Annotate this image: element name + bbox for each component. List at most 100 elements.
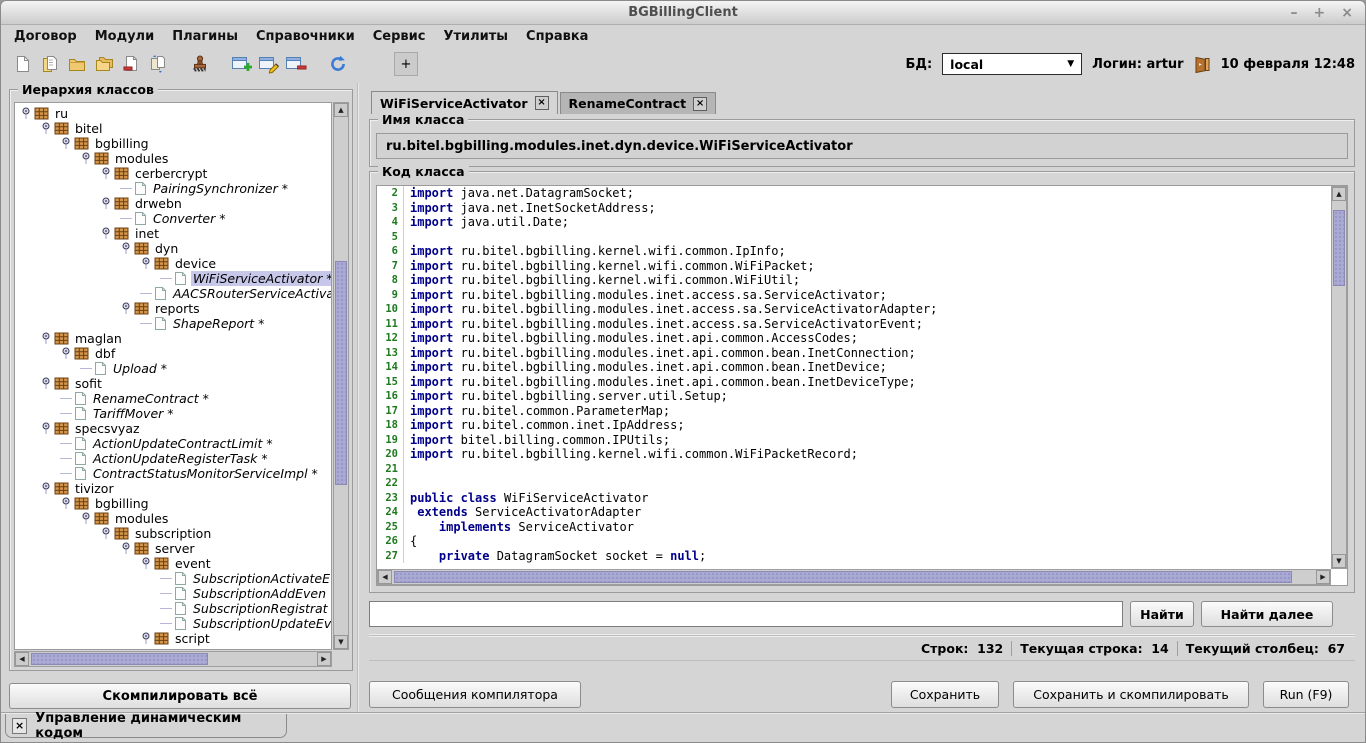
tree-expand-handle[interactable]: [99, 196, 114, 211]
window-remove-icon[interactable]: [284, 52, 308, 76]
tree-row[interactable]: subscription: [15, 526, 331, 541]
tree-row[interactable]: modules: [15, 511, 331, 526]
tree-row[interactable]: bgbilling: [15, 496, 331, 511]
minimize-icon[interactable]: –: [1291, 6, 1298, 20]
tree-expand-handle[interactable]: [19, 106, 34, 121]
tree-row[interactable]: modules: [15, 151, 331, 166]
code-view[interactable]: 2import java.net.DatagramSocket;3import …: [377, 186, 1331, 569]
tree-row[interactable]: AACSRouterServiceActiva: [15, 286, 331, 301]
tree-row[interactable]: tivizor: [15, 481, 331, 496]
tree-row[interactable]: bitel: [15, 121, 331, 136]
scroll-right-arrow[interactable]: ▶: [1316, 570, 1330, 584]
save-and-compile-button[interactable]: Сохранить и скомпилировать: [1013, 681, 1249, 708]
open-folder-icon[interactable]: [65, 52, 89, 76]
close-icon[interactable]: ×: [1341, 6, 1353, 20]
tree-row[interactable]: bgbilling: [15, 136, 331, 151]
compile-all-button[interactable]: Скомпилировать всё: [9, 683, 351, 709]
open-folders-icon[interactable]: [92, 52, 116, 76]
tree-row[interactable]: device: [15, 256, 331, 271]
editor-tab-wifiserviceactivator[interactable]: WiFiServiceActivator×: [371, 91, 558, 114]
open-document-icon[interactable]: [38, 52, 62, 76]
tree-row[interactable]: SubscriptionActivateE: [15, 571, 331, 586]
menu-item[interactable]: Модули: [86, 28, 163, 45]
menu-item[interactable]: Утилиты: [434, 28, 517, 45]
tree-row[interactable]: ActionUpdateContractLimit *: [15, 436, 331, 451]
tree-row[interactable]: dbf: [15, 346, 331, 361]
tab-close-icon[interactable]: ×: [693, 97, 707, 111]
class-name-field[interactable]: ru.bitel.bgbilling.modules.inet.dyn.devi…: [376, 133, 1348, 159]
tree-horizontal-scrollbar[interactable]: ◀ ▶: [14, 651, 332, 667]
scroll-up-arrow[interactable]: ▲: [334, 103, 348, 117]
scrollbar-thumb[interactable]: [31, 653, 208, 665]
tree-expand-handle[interactable]: [139, 556, 154, 571]
scroll-right-arrow[interactable]: ▶: [317, 652, 331, 666]
tree-row[interactable]: SubscriptionRegistrat: [15, 601, 331, 616]
tree-expand-handle[interactable]: [59, 346, 74, 361]
tree-expand-handle[interactable]: [99, 166, 114, 181]
tree-expand-handle[interactable]: [139, 631, 154, 646]
compiler-messages-button[interactable]: Сообщения компилятора: [369, 681, 581, 708]
scroll-left-arrow[interactable]: ◀: [15, 652, 29, 666]
scrollbar-thumb[interactable]: [335, 261, 347, 485]
tree-expand-handle[interactable]: [39, 376, 54, 391]
tree-row[interactable]: ContractStatusMonitorServiceImpl *: [15, 466, 331, 481]
tree-expand-handle[interactable]: [79, 151, 94, 166]
scroll-down-arrow[interactable]: ▼: [334, 635, 348, 649]
tree-row[interactable]: SubscriptionUpdateEv: [15, 616, 331, 631]
find-button[interactable]: Найти: [1130, 601, 1194, 627]
tree-expand-handle[interactable]: [59, 496, 74, 511]
scroll-up-arrow[interactable]: ▲: [1332, 187, 1346, 201]
tree-row[interactable]: event: [15, 556, 331, 571]
tree-vertical-scrollbar[interactable]: ▲ ▼: [333, 102, 349, 650]
tree-row[interactable]: cerbercrypt: [15, 166, 331, 181]
tree-row[interactable]: PairingSynchronizer *: [15, 181, 331, 196]
tree-row[interactable]: sofit: [15, 376, 331, 391]
find-next-button[interactable]: Найти далее: [1201, 601, 1333, 627]
menu-item[interactable]: Справочники: [247, 28, 364, 45]
tree-row[interactable]: dyn: [15, 241, 331, 256]
tree-row[interactable]: WiFiServiceActivator *: [15, 271, 331, 286]
tab-close-icon[interactable]: ×: [12, 718, 27, 734]
tree-row[interactable]: server: [15, 541, 331, 556]
menu-item[interactable]: Плагины: [163, 28, 247, 45]
copy-document-icon[interactable]: [146, 52, 170, 76]
tree-row[interactable]: script: [15, 631, 331, 646]
stamp-icon[interactable]: [188, 52, 212, 76]
editor-vertical-scrollbar[interactable]: ▲ ▼: [1331, 186, 1347, 569]
refresh-icon[interactable]: [326, 52, 350, 76]
tree-row[interactable]: ShapeReport *: [15, 316, 331, 331]
scroll-down-arrow[interactable]: ▼: [1332, 554, 1346, 568]
menu-item[interactable]: Сервис: [364, 28, 435, 45]
window-edit-icon[interactable]: [257, 52, 281, 76]
tree-row[interactable]: RenameContract *: [15, 391, 331, 406]
save-button[interactable]: Сохранить: [891, 681, 999, 708]
remove-document-icon[interactable]: [119, 52, 143, 76]
editor-tab-renamecontract[interactable]: RenameContract×: [560, 92, 717, 114]
new-document-icon[interactable]: [11, 52, 35, 76]
run-button[interactable]: Run (F9): [1263, 681, 1349, 708]
tree-expand-handle[interactable]: [119, 241, 134, 256]
window-add-icon[interactable]: [230, 52, 254, 76]
tree-row[interactable]: reports: [15, 301, 331, 316]
tree-row[interactable]: SubscriptionAddEven: [15, 586, 331, 601]
menu-item[interactable]: Справка: [517, 28, 597, 45]
editor-horizontal-scrollbar[interactable]: ◀ ▶: [377, 569, 1331, 585]
tree-expand-handle[interactable]: [39, 481, 54, 496]
tree-expand-handle[interactable]: [39, 331, 54, 346]
tree-row[interactable]: specsvyaz: [15, 421, 331, 436]
tree-row[interactable]: ActionUpdateRegisterTask *: [15, 451, 331, 466]
tree-expand-handle[interactable]: [39, 121, 54, 136]
tree-expand-handle[interactable]: [119, 301, 134, 316]
scrollbar-thumb[interactable]: [394, 571, 1292, 583]
tree-expand-handle[interactable]: [139, 256, 154, 271]
scroll-left-arrow[interactable]: ◀: [378, 570, 392, 584]
tree-expand-handle[interactable]: [119, 541, 134, 556]
class-tree[interactable]: rubitelbgbillingmodulescerbercryptPairin…: [14, 102, 332, 650]
tab-close-icon[interactable]: ×: [535, 96, 549, 110]
code-editor[interactable]: 2import java.net.DatagramSocket;3import …: [376, 185, 1348, 586]
scrollbar-thumb[interactable]: [1333, 210, 1345, 286]
tree-row[interactable]: ru: [15, 106, 331, 121]
tree-row[interactable]: Converter *: [15, 211, 331, 226]
tree-expand-handle[interactable]: [59, 136, 74, 151]
exit-door-icon[interactable]: [1194, 55, 1211, 74]
